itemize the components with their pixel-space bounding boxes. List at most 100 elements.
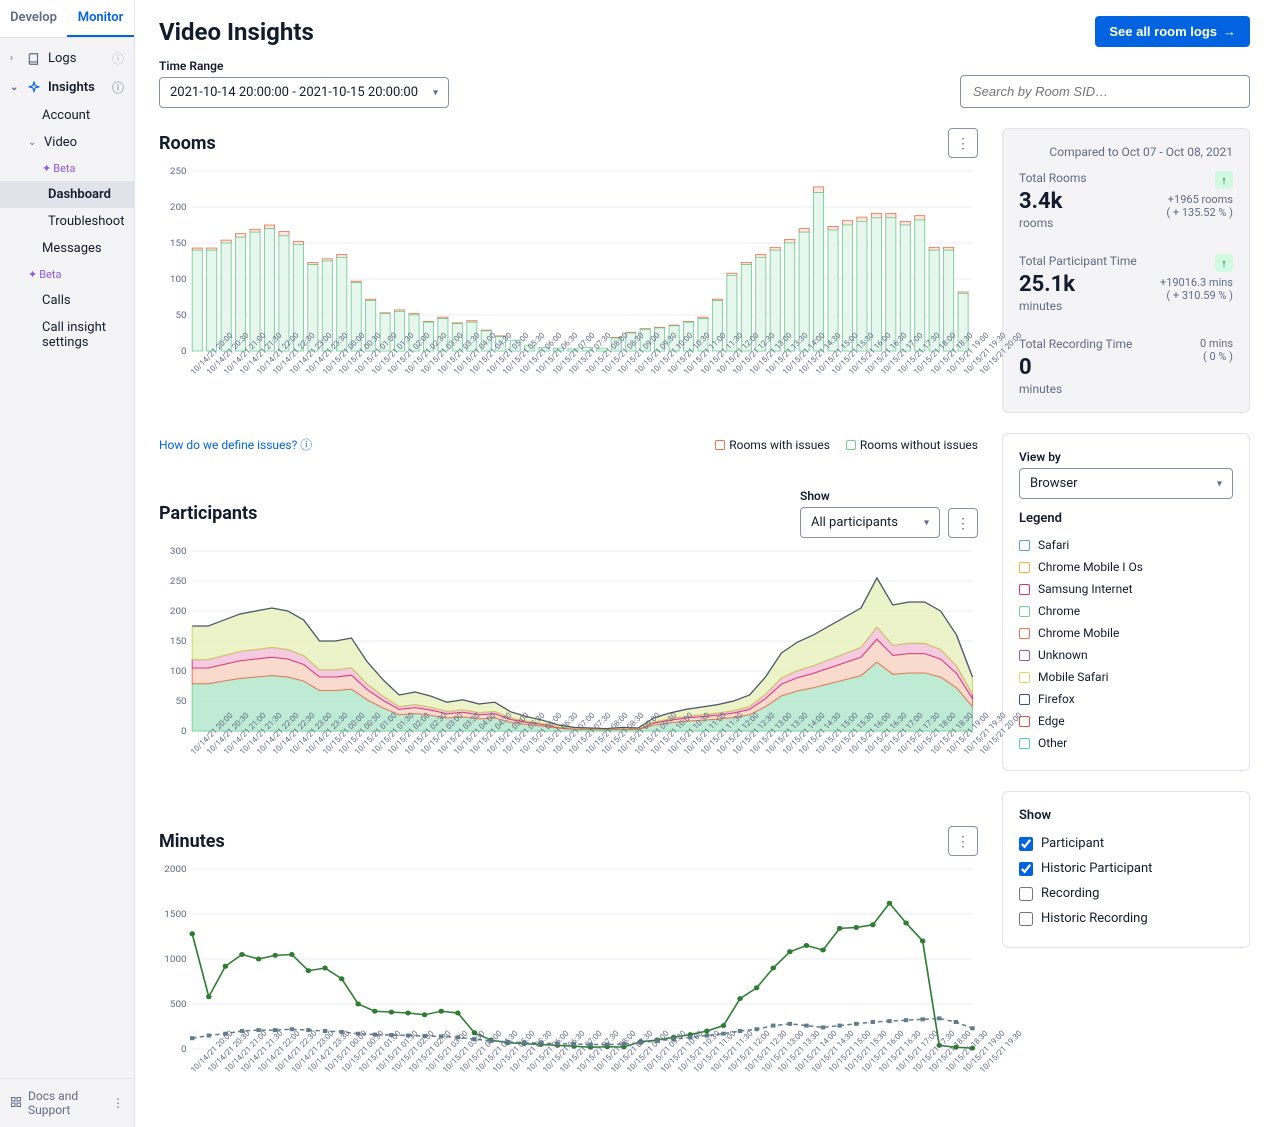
nav-messages-beta[interactable]: ✦Beta xyxy=(0,262,72,287)
nav-call-insight-settings[interactable]: Call insight settings xyxy=(0,314,134,356)
chevron-right-icon: › xyxy=(10,53,20,64)
legend-item[interactable]: Edge xyxy=(1019,710,1233,732)
participants-show-select[interactable]: All participants xyxy=(800,507,940,538)
svg-text:200: 200 xyxy=(170,606,187,616)
nav-video-beta[interactable]: ✦Beta xyxy=(0,156,86,181)
legend-item[interactable]: Mobile Safari xyxy=(1019,666,1233,688)
stat-total-rooms: Total Rooms 3.4k rooms ↑ +1965 rooms ( +… xyxy=(1019,171,1233,230)
participants-section: Participants Show All participants ⋮ 050… xyxy=(159,489,978,776)
tab-monitor[interactable]: Monitor xyxy=(67,0,134,37)
browser-legend: SafariChrome Mobile I OsSamsung Internet… xyxy=(1019,534,1233,754)
svg-text:100: 100 xyxy=(170,666,187,676)
svg-text:150: 150 xyxy=(170,636,187,646)
more-icon[interactable]: ⋮ xyxy=(112,1096,124,1110)
nav-insights-label: Insights xyxy=(48,80,95,95)
show-option[interactable]: Historic Recording xyxy=(1019,906,1233,931)
svg-text:1000: 1000 xyxy=(164,954,186,964)
grid-icon xyxy=(10,1096,22,1111)
time-range-select[interactable]: 2021-10-14 20:00:00 - 2021-10-15 20:00:0… xyxy=(159,77,449,108)
minutes-chart: 0500100015002000 10/14/21 20:0010/14/21 … xyxy=(159,864,978,1094)
sparkle-icon: ✦ xyxy=(28,268,37,281)
svg-text:100: 100 xyxy=(170,274,187,284)
main-content: Video Insights See all room logs → Time … xyxy=(135,0,1274,1127)
rooms-legend: Rooms with issues Rooms without issues xyxy=(715,438,978,452)
compare-range: Compared to Oct 07 - Oct 08, 2021 xyxy=(1019,145,1233,159)
svg-text:0: 0 xyxy=(181,726,187,736)
svg-text:50: 50 xyxy=(175,696,186,706)
show-option[interactable]: Participant xyxy=(1019,831,1233,856)
book-icon xyxy=(26,51,42,67)
nav-calls[interactable]: Calls xyxy=(0,287,134,314)
svg-text:0: 0 xyxy=(181,1044,187,1054)
legend-item[interactable]: Unknown xyxy=(1019,644,1233,666)
checkbox[interactable] xyxy=(1019,887,1033,901)
viewby-select[interactable]: Browser xyxy=(1019,468,1233,499)
svg-text:50: 50 xyxy=(175,310,186,320)
svg-text:250: 250 xyxy=(170,576,187,586)
legend-item[interactable]: Samsung Internet xyxy=(1019,578,1233,600)
chevron-down-icon: ⌄ xyxy=(10,82,20,93)
nav-logs-label: Logs xyxy=(48,51,76,66)
sparkle-icon xyxy=(26,80,42,96)
tab-develop[interactable]: Develop xyxy=(0,0,67,37)
svg-text:250: 250 xyxy=(170,166,187,176)
docs-support-link[interactable]: Docs and Support xyxy=(28,1089,112,1117)
svg-text:2000: 2000 xyxy=(164,864,186,874)
participants-title: Participants xyxy=(159,503,257,524)
legend-item[interactable]: Other xyxy=(1019,732,1233,754)
sidebar: Develop Monitor › Logs ⓘ ⌄ Insights ⓘ Ac… xyxy=(0,0,135,1127)
info-icon[interactable]: ⓘ xyxy=(112,79,124,96)
nav-insights[interactable]: ⌄ Insights ⓘ xyxy=(0,73,134,102)
minutes-title: Minutes xyxy=(159,831,225,852)
trend-up-icon: ↑ xyxy=(1215,254,1233,272)
legend-item[interactable]: Chrome Mobile xyxy=(1019,622,1233,644)
sparkle-icon: ✦ xyxy=(42,162,51,175)
chevron-down-icon: ⌄ xyxy=(28,137,38,148)
stat-participant-time: Total Participant Time 25.1k minutes ↑ +… xyxy=(1019,254,1233,313)
summary-card: Compared to Oct 07 - Oct 08, 2021 Total … xyxy=(1002,128,1250,413)
stat-recording-time: Total Recording Time 0 minutes 0 mins ( … xyxy=(1019,337,1233,396)
checkbox[interactable] xyxy=(1019,912,1033,926)
rooms-more-button[interactable]: ⋮ xyxy=(948,128,978,158)
legend-item[interactable]: Chrome xyxy=(1019,600,1233,622)
minutes-show-card: Show ParticipantHistoric ParticipantReco… xyxy=(1002,791,1250,948)
svg-text:1500: 1500 xyxy=(164,909,186,919)
legend-item[interactable]: Safari xyxy=(1019,534,1233,556)
issues-definition-link[interactable]: How do we define issues? ⓘ xyxy=(159,436,312,453)
svg-text:150: 150 xyxy=(170,238,187,248)
checkbox[interactable] xyxy=(1019,837,1033,851)
svg-text:0: 0 xyxy=(181,346,187,356)
rooms-section: Rooms ⋮ 050100150200250 10/14/21 20:0010… xyxy=(159,128,978,453)
minutes-more-button[interactable]: ⋮ xyxy=(948,826,978,856)
nav-logs[interactable]: › Logs ⓘ xyxy=(0,44,134,73)
rooms-chart: 050100150200250 10/14/21 20:0010/14/21 2… xyxy=(159,166,978,396)
participants-more-button[interactable]: ⋮ xyxy=(948,508,978,538)
arrow-right-icon: → xyxy=(1223,24,1236,39)
legend-item[interactable]: Firefox xyxy=(1019,688,1233,710)
legend-title: Legend xyxy=(1019,511,1233,526)
nav-dashboard[interactable]: Dashboard xyxy=(0,181,134,208)
show-option[interactable]: Historic Participant xyxy=(1019,856,1233,881)
trend-up-icon: ↑ xyxy=(1215,171,1233,189)
checkbox[interactable] xyxy=(1019,862,1033,876)
rooms-title: Rooms xyxy=(159,133,216,154)
svg-text:200: 200 xyxy=(170,202,187,212)
see-all-room-logs-button[interactable]: See all room logs → xyxy=(1095,16,1250,47)
nav-troubleshoot[interactable]: Troubleshoot xyxy=(0,208,134,235)
nav-video[interactable]: ⌄ Video xyxy=(0,129,134,156)
sidebar-tabs: Develop Monitor xyxy=(0,0,134,38)
page-title: Video Insights xyxy=(159,18,314,46)
sidebar-footer: Docs and Support ⋮ xyxy=(0,1078,134,1127)
info-icon[interactable]: ⓘ xyxy=(112,50,124,67)
viewby-label: View by xyxy=(1019,450,1233,464)
minutes-section: Minutes ⋮ 0500100015002000 10/14/21 20:0… xyxy=(159,826,978,1127)
nav-messages[interactable]: Messages xyxy=(0,235,134,262)
svg-text:300: 300 xyxy=(170,546,187,556)
svg-text:500: 500 xyxy=(170,999,187,1009)
legend-item[interactable]: Chrome Mobile I Os xyxy=(1019,556,1233,578)
nav-account[interactable]: Account xyxy=(0,102,134,129)
search-input[interactable] xyxy=(960,75,1250,108)
info-icon: ⓘ xyxy=(300,438,312,452)
sidebar-nav: › Logs ⓘ ⌄ Insights ⓘ Account ⌄ Video xyxy=(0,38,134,1078)
show-option[interactable]: Recording xyxy=(1019,881,1233,906)
